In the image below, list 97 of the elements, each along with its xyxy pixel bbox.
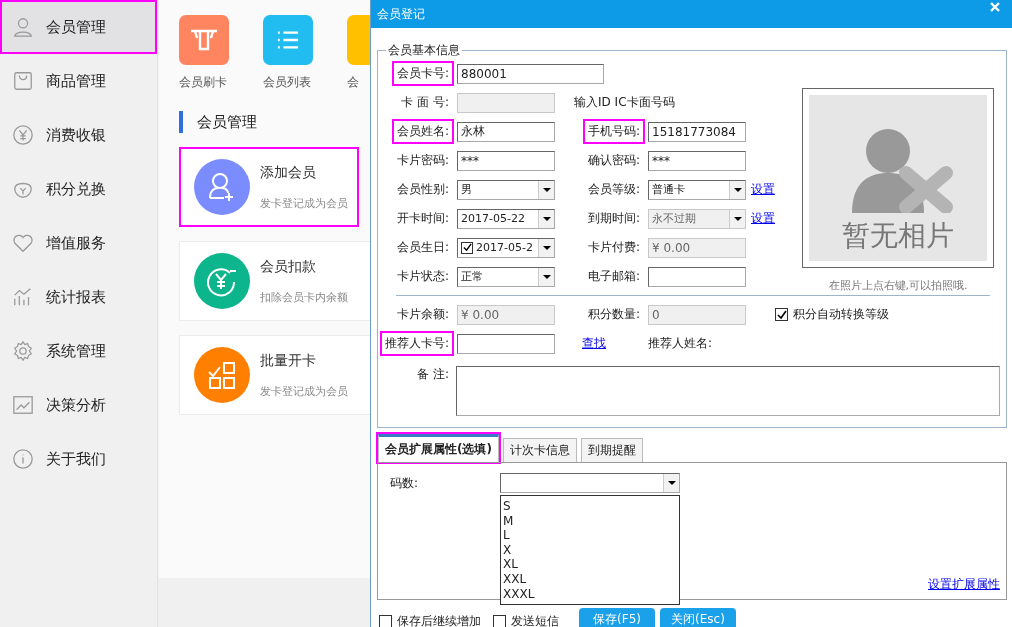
person-icon <box>12 16 34 38</box>
dropdown-field[interactable]: 2017-05-22 <box>457 208 555 229</box>
photo-hint: 在照片上点右键,可以拍照哦. <box>828 278 968 293</box>
yen-icon <box>12 124 34 146</box>
action-card[interactable]: 会员扣款 扣除会员卡内余额 <box>179 241 371 321</box>
sidebar-item[interactable]: 增值服务 <box>0 216 157 270</box>
caret-icon <box>538 238 554 257</box>
dropdown-field[interactable] <box>500 473 681 493</box>
sidebar-item[interactable]: 积分兑换 <box>0 162 157 216</box>
caret-icon <box>538 209 554 228</box>
sidebar-item[interactable]: 决策分析 <box>0 378 157 432</box>
dropdown-option[interactable]: S <box>503 499 511 514</box>
dropdown-option[interactable]: XL <box>503 557 518 572</box>
caret-icon <box>538 180 554 199</box>
checkbox[interactable] <box>493 615 506 627</box>
gear-icon <box>12 340 34 362</box>
dropdown-option[interactable]: XXL <box>503 571 527 587</box>
quick-action[interactable]: 会 <box>347 15 371 91</box>
field-label: 会员姓名: <box>393 121 452 142</box>
window-title: 会员登记 <box>377 5 425 23</box>
input-field[interactable] <box>648 266 746 287</box>
field-label: 到期时间: <box>586 210 641 227</box>
field-label: 卡片密码: <box>395 152 450 169</box>
sidebar-item[interactable]: 关于我们 <box>0 432 157 486</box>
dropdown-field[interactable]: 男 <box>457 179 555 200</box>
card-subtitle: 发卡登记成为会员 <box>260 383 348 399</box>
card-title: 批量开卡 <box>260 351 317 370</box>
close-icon[interactable] <box>989 1 1001 13</box>
dropdown-field[interactable]: 普通卡 <box>648 179 746 200</box>
settings-link[interactable]: 设置 <box>751 210 775 227</box>
field-label: 推荐人姓名: <box>648 335 713 352</box>
hint-text: 输入ID IC卡面号码 <box>573 94 676 111</box>
card-title: 会员扣款 <box>260 257 317 276</box>
remark-field[interactable] <box>456 366 1000 416</box>
tab[interactable]: 计次卡信息 <box>502 438 577 462</box>
input-field[interactable]: *** <box>648 150 746 171</box>
caret-icon <box>538 267 554 286</box>
input-field[interactable]: *** <box>457 150 555 171</box>
caret-icon <box>729 209 745 228</box>
field-label: 手机号码: <box>584 121 643 142</box>
sidebar-item[interactable]: 会员管理 <box>0 0 157 54</box>
dropdown-option[interactable]: XXXL <box>503 586 535 602</box>
field-label: 开卡时间: <box>395 210 450 227</box>
field-label: 卡片状态: <box>395 268 450 285</box>
bag-icon <box>12 70 34 92</box>
field-label: 卡片付费: <box>586 239 641 256</box>
field-label: 会员性别: <box>395 181 450 198</box>
search-link[interactable]: 查找 <box>560 335 606 352</box>
checkbox-label: 发送短信 <box>511 613 559 627</box>
sidebar-item[interactable]: 消费收银 <box>0 108 157 162</box>
action-card[interactable]: 批量开卡 发卡登记成为会员 <box>179 335 371 415</box>
sidebar-item[interactable]: 商品管理 <box>0 54 157 108</box>
checkbox-label: 积分自动转换等级 <box>793 306 889 323</box>
tab[interactable]: 到期提醒 <box>580 438 643 462</box>
checkbox-label: 保存后继续增加 <box>397 613 481 627</box>
field-label: 电子邮箱: <box>586 268 641 285</box>
dropdown-field[interactable]: 正常 <box>457 266 555 287</box>
field-label: 会员生日: <box>395 239 450 256</box>
trend-chart-icon <box>12 394 34 416</box>
quick-action[interactable]: 会员列表 <box>263 15 313 91</box>
field-label: 码数: <box>390 475 419 492</box>
sidebar-item[interactable]: 系统管理 <box>0 324 157 378</box>
input-field[interactable]: 永林 <box>457 121 555 142</box>
dropdown-option[interactable]: X <box>503 542 512 558</box>
heart-icon <box>12 232 34 254</box>
date-field[interactable]: 2017-05-2 <box>457 237 555 258</box>
no-photo-text: 暂无相片 <box>842 218 954 254</box>
dropdown-option[interactable]: M <box>503 513 514 529</box>
dropdown-option[interactable]: L <box>503 528 510 543</box>
field-label: 卡 面 号: <box>400 94 450 111</box>
field-label: 会员卡号: <box>393 63 452 84</box>
checkbox[interactable] <box>379 615 392 627</box>
card-title: 添加会员 <box>260 163 317 182</box>
caret-icon <box>663 474 680 492</box>
input-field[interactable]: 880001 <box>457 63 604 84</box>
tab[interactable]: 会员扩展属性(选填) <box>378 434 499 462</box>
input-field[interactable]: 15181773084 <box>648 121 746 142</box>
input-field[interactable] <box>457 333 555 354</box>
photo-placeholder[interactable]: 暂无相片 <box>802 88 994 268</box>
checkbox[interactable] <box>461 241 473 254</box>
settings-link[interactable]: 设置 <box>751 181 775 198</box>
caret-icon <box>729 180 745 199</box>
info-icon <box>12 448 34 470</box>
field-label: 确认密码: <box>586 152 641 169</box>
field-label: 备 注: <box>416 366 450 383</box>
field-label: 会员等级: <box>586 181 641 198</box>
action-card[interactable]: 添加会员 发卡登记成为会员 <box>179 147 359 227</box>
group-legend: 会员基本信息 <box>386 42 462 59</box>
settings-link[interactable]: 设置扩展属性 <box>928 576 1000 593</box>
checkbox[interactable] <box>775 308 788 321</box>
field-label: 推荐人卡号: <box>381 333 452 354</box>
field-label: 卡片余额: <box>395 306 450 323</box>
field-label: 积分数量: <box>586 306 641 323</box>
card-subtitle: 发卡登记成为会员 <box>260 195 348 211</box>
sidebar-item[interactable]: 统计报表 <box>0 270 157 324</box>
card-subtitle: 扣除会员卡内余额 <box>260 289 348 305</box>
quick-action[interactable]: 会员刷卡 <box>179 15 229 91</box>
